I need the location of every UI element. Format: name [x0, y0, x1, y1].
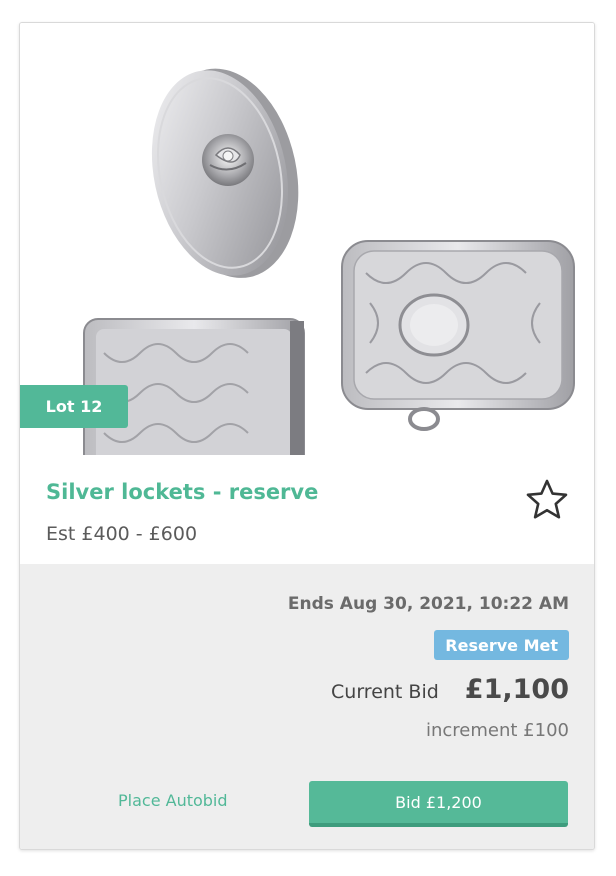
bidding-panel: Ends Aug 30, 2021, 10:22 AM Reserve Met …: [20, 564, 594, 849]
lot-title[interactable]: Silver lockets - reserve: [46, 480, 318, 504]
lot-number-badge: Lot 12: [20, 385, 128, 428]
auction-end-time: Ends Aug 30, 2021, 10:22 AM: [287, 594, 569, 614]
reserve-status-badge: Reserve Met: [434, 630, 569, 660]
place-autobid-link[interactable]: Place Autobid: [118, 791, 228, 810]
lot-estimate: Est £400 - £600: [46, 523, 198, 545]
current-bid-amount: £1,100: [464, 674, 569, 705]
current-bid-row: Current Bid £1,100: [331, 674, 569, 705]
bid-button[interactable]: Bid £1,200: [309, 781, 568, 827]
current-bid-label: Current Bid: [331, 681, 439, 703]
bid-increment: increment £100: [426, 720, 569, 741]
lot-image[interactable]: Lot 12: [20, 23, 594, 455]
star-icon[interactable]: [524, 477, 570, 523]
lot-card: Lot 12 Silver lockets - reserve Est £400…: [19, 22, 595, 850]
